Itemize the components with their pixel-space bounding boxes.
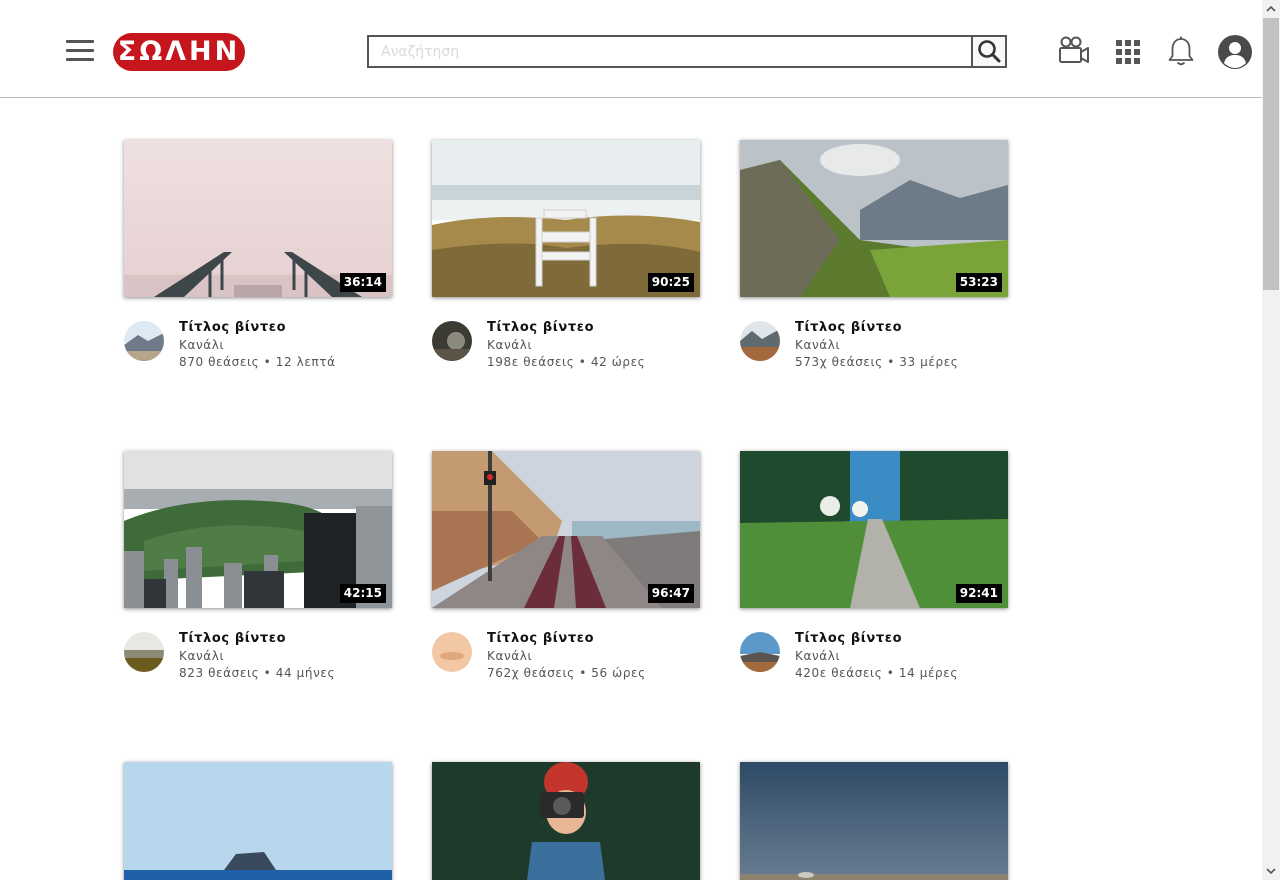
video-title[interactable]: Τίτλος βίντεο bbox=[487, 320, 594, 335]
video-duration: 53:23 bbox=[955, 273, 1002, 292]
video-thumbnail[interactable]: 90:25 bbox=[432, 140, 700, 297]
search-icon bbox=[978, 40, 1001, 63]
video-card[interactable] bbox=[432, 762, 700, 880]
apps-button[interactable] bbox=[1111, 34, 1145, 68]
scroll-up-arrow-icon[interactable] bbox=[1262, 0, 1280, 17]
scroll-down-arrow-icon[interactable] bbox=[1262, 863, 1280, 880]
channel-avatar[interactable] bbox=[124, 321, 164, 361]
hamburger-menu-icon[interactable] bbox=[66, 40, 94, 62]
video-card[interactable]: 36:14 Τίτλος βίντεο Κανάλι 870 θεάσεις •… bbox=[124, 140, 392, 380]
bell-icon bbox=[1168, 36, 1194, 66]
video-thumbnail[interactable] bbox=[432, 762, 700, 880]
apps-grid-icon bbox=[1116, 40, 1140, 64]
video-duration: 42:15 bbox=[339, 584, 386, 603]
video-card[interactable]: 90:25 Τίτλος βίντεο Κανάλι 198ε θεάσεις … bbox=[432, 140, 700, 380]
channel-name[interactable]: Κανάλι bbox=[795, 649, 840, 663]
channel-name[interactable]: Κανάλι bbox=[179, 338, 224, 352]
top-header: ΣΩΛΗΝ bbox=[0, 0, 1262, 98]
search-input[interactable] bbox=[369, 37, 971, 66]
video-stats: 198ε θεάσεις • 42 ώρες bbox=[487, 355, 646, 369]
search-box bbox=[367, 35, 971, 68]
video-duration: 90:25 bbox=[647, 273, 694, 292]
video-title[interactable]: Τίτλος βίντεο bbox=[179, 631, 286, 646]
video-stats: 823 θεάσεις • 44 μήνες bbox=[179, 666, 336, 680]
video-thumbnail[interactable]: 96:47 bbox=[432, 451, 700, 608]
video-stats: 420ε θεάσεις • 14 μέρες bbox=[795, 666, 958, 680]
account-button[interactable] bbox=[1217, 34, 1253, 70]
video-card[interactable]: 96:47 Τίτλος βίντεο Κανάλι 762χ θεάσεις … bbox=[432, 451, 700, 691]
video-card[interactable] bbox=[124, 762, 392, 880]
video-duration: 96:47 bbox=[647, 584, 694, 603]
video-title[interactable]: Τίτλος βίντεο bbox=[795, 631, 902, 646]
channel-name[interactable]: Κανάλι bbox=[487, 649, 532, 663]
video-card[interactable]: 92:41 Τίτλος βίντεο Κανάλι 420ε θεάσεις … bbox=[740, 451, 1008, 691]
video-card[interactable]: 42:15 Τίτλος βίντεο Κανάλι 823 θεάσεις •… bbox=[124, 451, 392, 691]
channel-avatar[interactable] bbox=[740, 632, 780, 672]
site-logo[interactable]: ΣΩΛΗΝ bbox=[113, 33, 245, 71]
video-title[interactable]: Τίτλος βίντεο bbox=[179, 320, 286, 335]
channel-name[interactable]: Κανάλι bbox=[795, 338, 840, 352]
video-card[interactable] bbox=[740, 762, 1008, 880]
scrollbar-thumb[interactable] bbox=[1263, 18, 1279, 290]
upload-video-button[interactable] bbox=[1057, 34, 1091, 68]
video-stats: 573χ θεάσεις • 33 μέρες bbox=[795, 355, 959, 369]
video-thumbnail[interactable]: 36:14 bbox=[124, 140, 392, 297]
channel-name[interactable]: Κανάλι bbox=[179, 649, 224, 663]
video-duration: 36:14 bbox=[339, 273, 386, 292]
channel-avatar[interactable] bbox=[432, 632, 472, 672]
video-stats: 762χ θεάσεις • 56 ώρες bbox=[487, 666, 646, 680]
channel-avatar[interactable] bbox=[740, 321, 780, 361]
video-thumbnail[interactable]: 53:23 bbox=[740, 140, 1008, 297]
page-scrollbar[interactable] bbox=[1262, 0, 1280, 880]
search-button[interactable] bbox=[971, 35, 1007, 68]
channel-avatar[interactable] bbox=[124, 632, 164, 672]
video-thumbnail[interactable]: 42:15 bbox=[124, 451, 392, 608]
video-duration: 92:41 bbox=[955, 584, 1002, 603]
video-stats: 870 θεάσεις • 12 λεπτά bbox=[179, 355, 336, 369]
video-card[interactable]: 53:23 Τίτλος βίντεο Κανάλι 573χ θεάσεις … bbox=[740, 140, 1008, 380]
channel-avatar[interactable] bbox=[432, 321, 472, 361]
video-thumbnail[interactable] bbox=[740, 762, 1008, 880]
account-icon bbox=[1218, 35, 1252, 69]
video-camera-icon bbox=[1059, 36, 1089, 63]
notifications-button[interactable] bbox=[1164, 34, 1198, 68]
video-thumbnail[interactable] bbox=[124, 762, 392, 880]
channel-name[interactable]: Κανάλι bbox=[487, 338, 532, 352]
video-thumbnail[interactable]: 92:41 bbox=[740, 451, 1008, 608]
video-title[interactable]: Τίτλος βίντεο bbox=[487, 631, 594, 646]
video-title[interactable]: Τίτλος βίντεο bbox=[795, 320, 902, 335]
